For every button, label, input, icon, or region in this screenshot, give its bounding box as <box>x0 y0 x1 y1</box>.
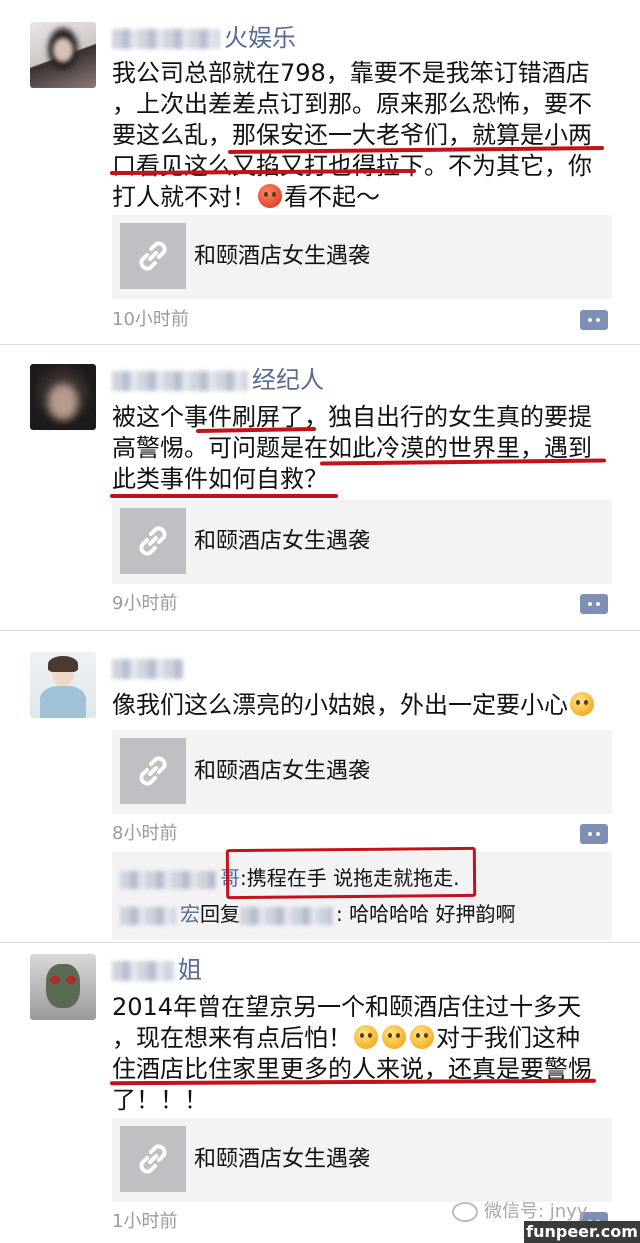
post-line: 我公司总部就在798，靠要不是我笨订错酒店 <box>112 59 590 87</box>
user-name-text: 经纪人 <box>252 366 324 394</box>
blurred-name <box>120 906 176 925</box>
reply-label: 回复 <box>200 902 240 926</box>
post-time: 9小时前 <box>112 593 178 614</box>
post-line-text: 像我们这么漂亮的小姑娘，外出一定要小心 <box>112 691 568 719</box>
link-icon <box>120 223 186 289</box>
post-text: 2014年曾在望京另一个和颐酒店住过十多天 ，现在想来有点后怕！ 对于我们这种 住… <box>112 992 612 1116</box>
site-watermark: funpeer.com <box>524 1221 640 1243</box>
post-line-text: 打人就不对！ <box>112 183 256 211</box>
link-title: 和颐酒店女生遇袭 <box>194 529 371 554</box>
user-name-text: 火娱乐 <box>224 24 296 52</box>
link-title: 和颐酒店女生遇袭 <box>194 759 371 784</box>
flushed-emoji-icon <box>410 1025 434 1049</box>
link-card[interactable]: 和颐酒店女生遇袭 <box>112 500 612 584</box>
wechat-icon <box>452 1202 478 1222</box>
post-line: 被这个事件刷屏了，独自出行的女生真的要提 <box>112 403 592 431</box>
comment-text: : 哈哈哈哈 好押韵啊 <box>336 902 516 926</box>
divider <box>0 630 640 631</box>
avatar[interactable] <box>30 22 96 88</box>
blurred-name <box>112 659 184 679</box>
comment-author[interactable]: 宏 <box>180 902 200 926</box>
blurred-name <box>112 29 220 49</box>
divider <box>0 942 640 943</box>
wechat-watermark: 微信号: jnyy <box>452 1197 588 1223</box>
blurred-name <box>112 961 174 981</box>
post-line: ，现在想来有点后怕！ 对于我们这种 <box>112 1023 612 1054</box>
wechat-watermark-text: 微信号: jnyy <box>484 1201 588 1222</box>
avatar[interactable] <box>30 652 96 718</box>
link-card[interactable]: 和颐酒店女生遇袭 <box>112 215 612 299</box>
comment-icon[interactable] <box>580 824 608 844</box>
post-time: 8小时前 <box>112 823 178 844</box>
post-line: 了！！！ <box>112 1086 208 1114</box>
avatar[interactable] <box>30 954 96 1020</box>
blurred-name <box>240 906 332 925</box>
post-line: 像我们这么漂亮的小姑娘，外出一定要小心 <box>112 690 612 721</box>
post-text: 被这个事件刷屏了，独自出行的女生真的要提 高警惕。可问题是在如此冷漠的世界里，遇… <box>112 402 612 495</box>
comment-icon[interactable] <box>580 310 608 330</box>
user-name[interactable] <box>112 652 188 684</box>
avatar[interactable] <box>30 364 96 430</box>
post-line: 打人就不对！ 看不起～ <box>112 182 612 213</box>
link-title: 和颐酒店女生遇袭 <box>194 1147 371 1172</box>
post-line: ，上次出差差点订到那。原来那么恐怖，要不 <box>112 90 592 118</box>
post-time: 10小时前 <box>112 309 189 330</box>
post-line: 此类事件如何自救？ <box>112 465 328 493</box>
sad-emoji-icon <box>570 692 594 716</box>
link-card[interactable]: 和颐酒店女生遇袭 <box>112 730 612 814</box>
post-line-text: 对于我们这种 <box>436 1024 580 1052</box>
comment-icon[interactable] <box>580 594 608 614</box>
angry-emoji-icon <box>258 184 282 208</box>
post-time: 1小时前 <box>112 1211 178 1232</box>
user-name[interactable]: 火娱乐 <box>112 22 296 54</box>
divider <box>0 344 640 345</box>
user-name-text: 姐 <box>178 956 202 984</box>
annotation-box <box>225 846 477 900</box>
link-icon <box>120 508 186 574</box>
flushed-emoji-icon <box>354 1025 378 1049</box>
link-icon <box>120 738 186 804</box>
comment-item[interactable]: 宏回复 : 哈哈哈哈 好押韵啊 <box>120 900 515 928</box>
post-line-text: 看不起～ <box>284 183 380 211</box>
post-text: 像我们这么漂亮的小姑娘，外出一定要小心 <box>112 690 612 721</box>
flushed-emoji-icon <box>382 1025 406 1049</box>
link-title: 和颐酒店女生遇袭 <box>194 244 371 269</box>
post-text: 我公司总部就在798，靠要不是我笨订错酒店 ，上次出差差点订到那。原来那么恐怖，… <box>112 58 612 213</box>
link-icon <box>120 1126 186 1192</box>
user-name[interactable]: 经纪人 <box>112 364 324 396</box>
blurred-name <box>120 870 216 889</box>
link-card[interactable]: 和颐酒店女生遇袭 <box>112 1118 612 1202</box>
post-line: 2014年曾在望京另一个和颐酒店住过十多天 <box>112 993 582 1021</box>
annotation-underline <box>110 494 338 498</box>
post-line: 口看见这么又掐又打也得拉下。不为其它，你 <box>112 152 592 180</box>
blurred-name <box>112 371 248 391</box>
user-name[interactable]: 姐 <box>112 954 202 986</box>
post-line-text: ，现在想来有点后怕！ <box>112 1024 352 1052</box>
